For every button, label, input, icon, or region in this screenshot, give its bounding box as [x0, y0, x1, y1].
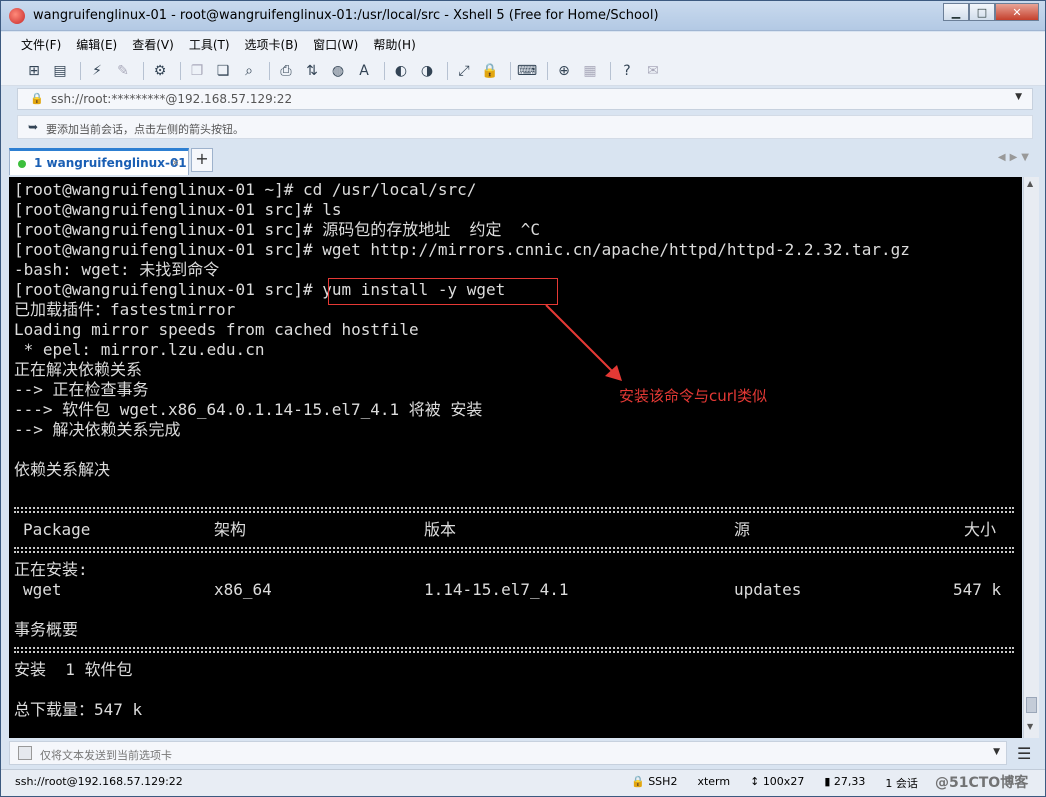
status-term: xterm [697, 775, 731, 788]
minimize-button[interactable]: ▁ [943, 3, 969, 21]
copy-icon[interactable]: ❐ [186, 60, 208, 82]
xshell-logo-icon [9, 8, 25, 24]
cursor-value: 27,33 [833, 775, 866, 788]
toolbar-divider [447, 61, 448, 80]
transfer-icon[interactable]: ⇅ [301, 60, 323, 82]
send-text-placeholder: 仅将文本发送到当前选项卡 [40, 749, 172, 762]
add-tab-button[interactable]: + [191, 148, 213, 172]
keyboard-icon[interactable]: ⌨ [516, 60, 538, 82]
xmanager-icon[interactable]: ◑ [416, 60, 438, 82]
address-bar[interactable]: 🔒 ssh://root:*********@192.168.57.129:22… [17, 88, 1033, 110]
xshell-window: wangruifenglinux-01 - root@wangruifengli… [0, 0, 1046, 797]
chat-icon[interactable]: ✉ [642, 60, 664, 82]
scroll-down-icon[interactable]: ▼ [1027, 722, 1033, 731]
tab-nav-icon[interactable]: ◀▶▼ [998, 152, 1033, 163]
tab-session[interactable]: 1 wangruifenglinux-01 × [9, 148, 189, 175]
close-button[interactable]: ✕ [995, 3, 1039, 21]
paste-icon[interactable]: ❏ [212, 60, 234, 82]
menu-edit[interactable]: 编辑(E) [76, 36, 117, 53]
toolbar-divider [610, 61, 611, 80]
window-title: wangruifenglinux-01 - root@wangruifengli… [33, 8, 659, 23]
title-bar[interactable]: wangruifenglinux-01 - root@wangruifengli… [1, 1, 1045, 31]
properties-icon[interactable]: ⚙ [149, 60, 171, 82]
layout-icon[interactable]: ▦ [579, 60, 601, 82]
tab-label: 1 wangruifenglinux-01 [34, 156, 187, 170]
maximize-button[interactable]: □ [969, 3, 995, 21]
toolbar-divider [80, 61, 81, 80]
globe-icon[interactable]: ◍ [327, 60, 349, 82]
send-text-bar[interactable]: 仅将文本发送到当前选项卡 ▼ [9, 741, 1007, 765]
menu-window[interactable]: 窗口(W) [313, 36, 358, 53]
scroll-up-icon[interactable]: ▲ [1027, 179, 1033, 188]
address-text: ssh://root:*********@192.168.57.129:22 [51, 92, 293, 106]
scroll-thumb[interactable] [1026, 697, 1037, 713]
help-icon[interactable]: ? [616, 60, 638, 82]
watermark: @51CTO博客 [935, 775, 1029, 791]
menu-tools[interactable]: 工具(T) [189, 36, 230, 53]
menu-view[interactable]: 查看(V) [132, 36, 174, 53]
toolbar-divider [143, 61, 144, 80]
status-size: ↕ 100x27 [750, 775, 805, 788]
terminal-output[interactable]: [root@wangruifenglinux-01 ~]# cd /usr/lo… [9, 177, 1022, 738]
send-icon [18, 746, 32, 760]
tab-bar: 1 wangruifenglinux-01 × + ◀▶▼ [1, 145, 1045, 175]
status-dot-icon [18, 160, 26, 168]
session-hint-bar: ➥ 要添加当前会话，点击左侧的箭头按钮。 [17, 115, 1033, 139]
find-icon[interactable]: ⌕ [238, 60, 260, 82]
close-tab-icon[interactable]: × [171, 156, 180, 169]
arrow-icon[interactable]: ➥ [28, 120, 38, 134]
menu-bar: 文件(F) 编辑(E) 查看(V) 工具(T) 选项卡(B) 窗口(W) 帮助(… [1, 32, 1045, 56]
terminal-scrollbar[interactable]: ▲ ▼ [1023, 177, 1039, 738]
status-protocol: 🔒 SSH2 [631, 775, 678, 788]
connect-icon[interactable]: ⚡ [86, 60, 108, 82]
toolbar-divider [384, 61, 385, 80]
add-tab-icon[interactable]: ⊕ [553, 60, 575, 82]
toolbar-divider [269, 61, 270, 80]
fullscreen-icon[interactable]: ⤢ [453, 60, 475, 82]
annotation-text: 安装该命令与curl类似 [619, 387, 768, 405]
toolbar-divider [180, 61, 181, 80]
toolbar-divider [547, 61, 548, 80]
status-bar: ssh://root@192.168.57.129:22 🔒 SSH2 xter… [1, 769, 1045, 796]
xftp-icon[interactable]: ◐ [390, 60, 412, 82]
lock-icon: 🔒 [30, 92, 44, 105]
print-icon[interactable]: ⎙ [275, 60, 297, 82]
disconnect-icon[interactable]: ✎ [112, 60, 134, 82]
chevron-down-icon[interactable]: ▼ [993, 747, 1000, 757]
menu-file[interactable]: 文件(F) [21, 36, 61, 53]
font-icon[interactable]: A [353, 60, 375, 82]
menu-help[interactable]: 帮助(H) [373, 36, 415, 53]
size-value: 100x27 [762, 775, 805, 788]
chevron-down-icon[interactable]: ▼ [1015, 92, 1022, 102]
menu-tab[interactable]: 选项卡(B) [245, 36, 299, 53]
menu-icon[interactable]: ☰ [1017, 744, 1031, 763]
new-session-icon[interactable]: ⊞ [23, 60, 45, 82]
status-cursor: ▮ 27,33 [824, 775, 866, 788]
annotation-arrow [545, 304, 622, 381]
toolbar-divider [510, 61, 511, 80]
protocol-value: SSH2 [648, 775, 678, 788]
status-sessions: 1 会话 [885, 777, 918, 790]
toolbar: ⊞ ▤ ⚡ ✎ ⚙ ❐ ❏ ⌕ ⎙ ⇅ ◍ A ◐ ◑ ⤢ 🔒 ⌨ ⊕ ▦ ? … [1, 56, 1045, 86]
hint-text: 要添加当前会话，点击左侧的箭头按钮。 [46, 123, 244, 136]
open-folder-icon[interactable]: ▤ [49, 60, 71, 82]
lock-icon[interactable]: 🔒 [479, 60, 501, 82]
status-connection: ssh://root@192.168.57.129:22 [15, 775, 183, 788]
